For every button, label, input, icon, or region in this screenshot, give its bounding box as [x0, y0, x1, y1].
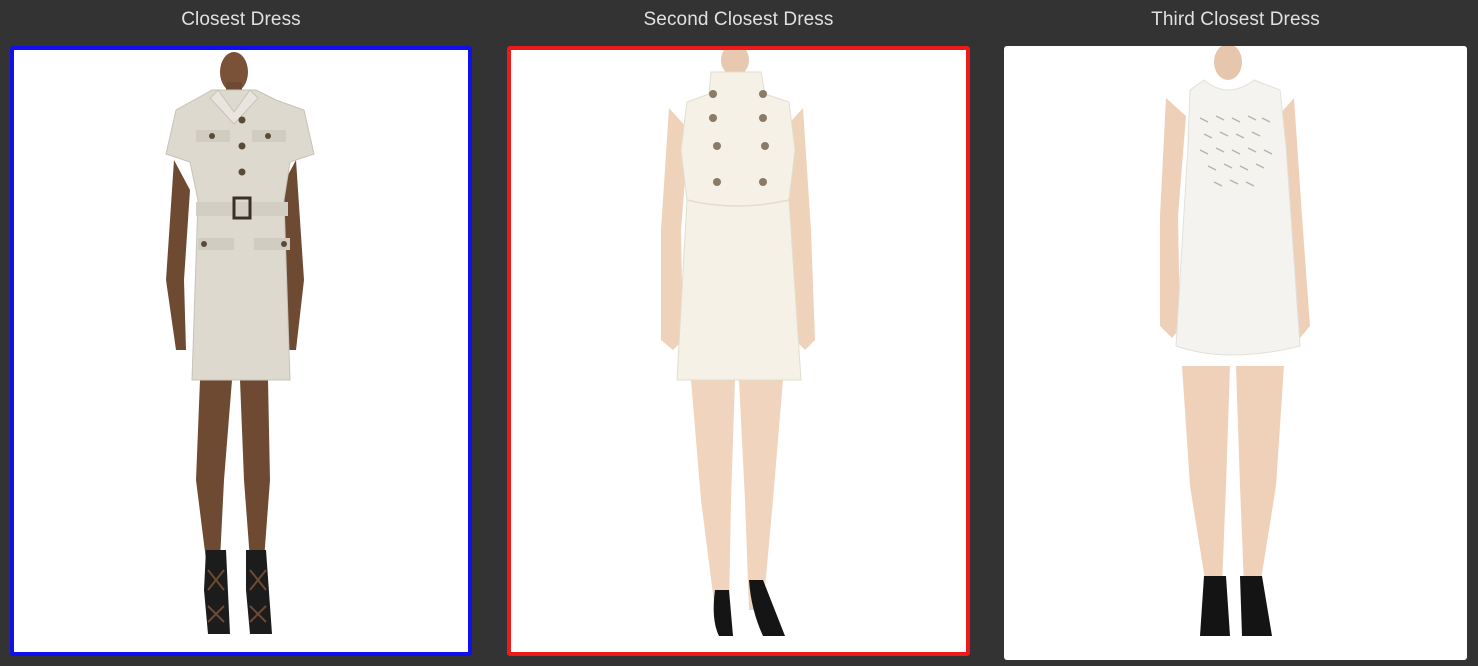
result-column-3: Third Closest Dress — [1004, 0, 1467, 666]
result-column-1: Closest Dress — [10, 0, 472, 666]
result-card-2[interactable] — [507, 46, 970, 656]
result-column-2: Second Closest Dress — [507, 0, 970, 666]
result-title-3: Third Closest Dress — [1151, 9, 1320, 30]
result-title-1: Closest Dress — [181, 9, 301, 30]
dress-image-2 — [661, 50, 815, 636]
dress-image-3 — [1160, 46, 1310, 636]
result-title-2: Second Closest Dress — [643, 9, 834, 30]
dress-image-1 — [165, 52, 315, 634]
result-card-1[interactable] — [10, 46, 472, 656]
dress-comparison-page: Closest Dress Second Closest Dress Third… — [0, 0, 1478, 666]
result-card-3[interactable] — [1004, 46, 1467, 660]
